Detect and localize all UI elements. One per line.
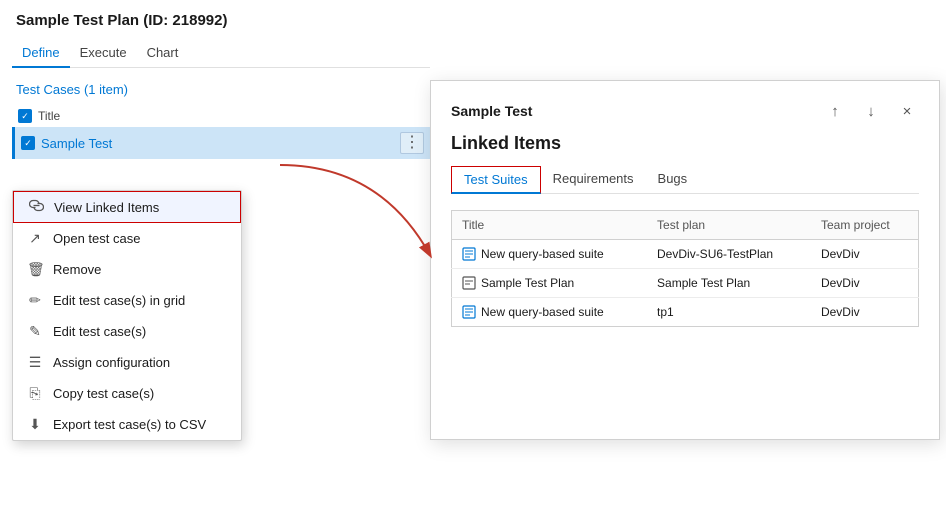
export-icon: ⬇ (27, 416, 43, 433)
linked-items-title: Linked Items (451, 133, 919, 154)
test-cases-title: Test Cases (1 item) (12, 82, 430, 97)
panel-title: Sample Test (451, 103, 532, 119)
test-case-row[interactable]: Sample Test ⋮ (12, 127, 430, 159)
edit-icon: ✎ (27, 323, 43, 340)
cell-team-project: DevDiv (811, 269, 919, 298)
linked-tab-requirements[interactable]: Requirements (541, 166, 646, 194)
table-row: New query-based suite DevDiv-SU6-TestPla… (452, 240, 919, 269)
edit-grid-icon: ✏ (27, 292, 43, 309)
cell-team-project: DevDiv (811, 298, 919, 327)
tab-define[interactable]: Define (12, 39, 70, 68)
page-title: Sample Test Plan (ID: 218992) (12, 12, 430, 29)
header-checkbox[interactable] (18, 109, 32, 123)
table-row: New query-based suite tp1 DevDiv (452, 298, 919, 327)
row-title-text: New query-based suite (481, 247, 604, 261)
menu-label-remove: Remove (53, 262, 101, 277)
menu-item-open[interactable]: ↗ Open test case (13, 223, 241, 254)
menu-item-assign[interactable]: ☰ Assign configuration (13, 347, 241, 378)
cell-title: New query-based suite (452, 240, 648, 269)
up-button[interactable]: ↑ (823, 99, 847, 123)
row-icon (462, 305, 476, 319)
copy-icon: ⎘ (27, 385, 43, 402)
menu-label-copy: Copy test case(s) (53, 386, 154, 401)
remove-icon: 🗑 (27, 261, 43, 278)
link-icon (28, 199, 44, 215)
linked-tab-bugs[interactable]: Bugs (646, 166, 700, 194)
test-case-name: Sample Test (41, 136, 394, 151)
column-header-row: Title (12, 105, 430, 127)
linked-tabs: Test Suites Requirements Bugs (451, 166, 919, 194)
col-title: Title (452, 211, 648, 240)
context-menu: View Linked Items ↗ Open test case 🗑 Rem… (12, 190, 242, 441)
column-title-label: Title (38, 109, 60, 123)
tabs-bar: Define Execute Chart (12, 39, 430, 68)
open-icon: ↗ (27, 230, 43, 247)
menu-label-edit-grid: Edit test case(s) in grid (53, 293, 185, 308)
three-dot-menu[interactable]: ⋮ (400, 132, 424, 154)
cell-test-plan: tp1 (647, 298, 811, 327)
menu-item-export[interactable]: ⬇ Export test case(s) to CSV (13, 409, 241, 440)
row-checkbox[interactable] (21, 136, 35, 150)
menu-item-edit-grid[interactable]: ✏ Edit test case(s) in grid (13, 285, 241, 316)
cell-team-project: DevDiv (811, 240, 919, 269)
menu-label-open: Open test case (53, 231, 140, 246)
tab-chart[interactable]: Chart (137, 39, 189, 68)
cell-title: Sample Test Plan (452, 269, 648, 298)
right-panel: Sample Test ↑ ↓ × Linked Items Test Suit… (430, 80, 940, 440)
cell-test-plan: DevDiv-SU6-TestPlan (647, 240, 811, 269)
cell-title: New query-based suite (452, 298, 648, 327)
panel-controls: ↑ ↓ × (823, 99, 919, 123)
row-title-text: Sample Test Plan (481, 276, 574, 290)
linked-tab-test-suites[interactable]: Test Suites (451, 166, 541, 194)
menu-item-edit[interactable]: ✎ Edit test case(s) (13, 316, 241, 347)
menu-item-remove[interactable]: 🗑 Remove (13, 254, 241, 285)
tab-execute[interactable]: Execute (70, 39, 137, 68)
panel-header: Sample Test ↑ ↓ × (451, 99, 919, 123)
menu-label-edit: Edit test case(s) (53, 324, 146, 339)
down-button[interactable]: ↓ (859, 99, 883, 123)
menu-label-assign: Assign configuration (53, 355, 170, 370)
linked-items-table: Title Test plan Team project New query-b… (451, 210, 919, 327)
menu-item-copy[interactable]: ⎘ Copy test case(s) (13, 378, 241, 409)
assign-icon: ☰ (27, 354, 43, 371)
cell-test-plan: Sample Test Plan (647, 269, 811, 298)
col-test-plan: Test plan (647, 211, 811, 240)
col-team-project: Team project (811, 211, 919, 240)
menu-label-export: Export test case(s) to CSV (53, 417, 206, 432)
row-icon (462, 247, 476, 261)
row-title-text: New query-based suite (481, 305, 604, 319)
row-icon (462, 276, 476, 290)
close-button[interactable]: × (895, 99, 919, 123)
menu-label-view-linked: View Linked Items (54, 200, 159, 215)
table-row: Sample Test Plan Sample Test Plan DevDiv (452, 269, 919, 298)
menu-item-view-linked[interactable]: View Linked Items (13, 191, 241, 223)
